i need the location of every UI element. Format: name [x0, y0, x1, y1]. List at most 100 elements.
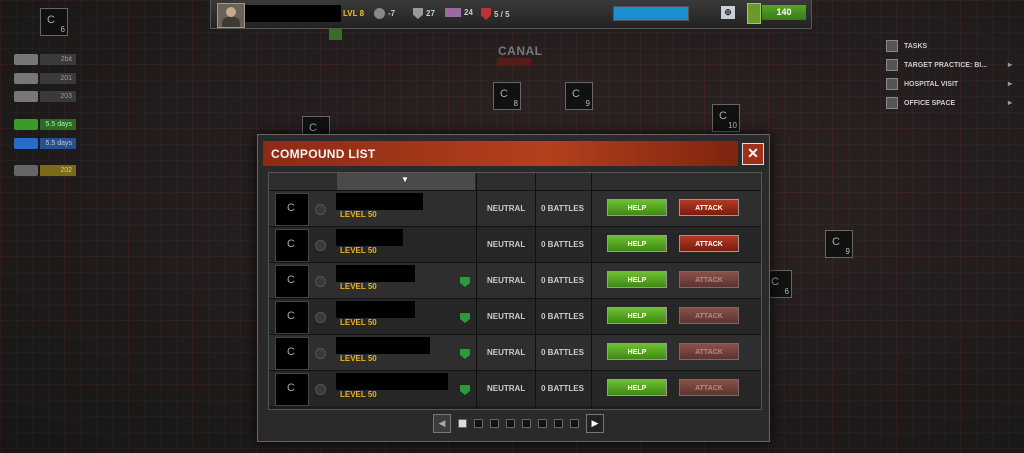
attack-button: ATTACK [679, 271, 739, 288]
prev-page-button[interactable]: ◀ [433, 413, 451, 433]
next-page-button[interactable]: ▶ [586, 413, 604, 433]
ally-badge-icon [460, 277, 470, 287]
resource-icon [14, 165, 38, 176]
select-radio[interactable] [315, 204, 326, 215]
marker-icon: C [47, 14, 55, 26]
task-icon [886, 59, 898, 71]
compound-name-redacted [336, 193, 423, 210]
compound-name-redacted [336, 301, 415, 318]
add-friend-button[interactable]: ⊕ [721, 6, 735, 19]
select-radio[interactable] [315, 240, 326, 251]
cash-icon [747, 3, 761, 24]
help-button[interactable]: HELP [607, 379, 667, 396]
compound-icon: C [287, 310, 295, 322]
pagination: ◀ ▶ [433, 413, 604, 433]
map-marker[interactable]: C6 [40, 8, 68, 36]
marker-icon: C [719, 110, 727, 122]
arrow-right-icon: ▸ [1007, 79, 1012, 88]
player-name-redacted [245, 5, 341, 22]
compound-level: LEVEL 50 [340, 318, 377, 327]
sort-arrow-icon: ▼ [401, 175, 409, 184]
compound-thumbnail[interactable]: C [275, 265, 309, 298]
help-button[interactable]: HELP [607, 271, 667, 288]
map-marker[interactable]: C8 [493, 82, 521, 110]
sort-column-header[interactable]: ▼ [337, 173, 475, 190]
column-divider [535, 173, 536, 409]
attack-button[interactable]: ATTACK [679, 235, 739, 252]
page-dot[interactable] [506, 418, 515, 428]
attack-button: ATTACK [679, 307, 739, 324]
red-shield-icon [481, 8, 491, 20]
compound-thumbnail[interactable]: C [275, 301, 309, 334]
resource-icon [14, 54, 38, 65]
attack-button: ATTACK [679, 343, 739, 360]
shield-icon [413, 8, 423, 19]
compound-status: NEUTRAL [487, 312, 526, 321]
page-dot[interactable] [458, 418, 467, 428]
help-button[interactable]: HELP [607, 199, 667, 216]
player-avatar[interactable] [217, 3, 245, 28]
attack-button[interactable]: ATTACK [679, 199, 739, 216]
map-marker[interactable]: C9 [825, 230, 853, 258]
table-row: C LEVEL 50 NEUTRAL 0 BATTLES HELP ATTACK [269, 190, 761, 226]
compound-level: LEVEL 50 [340, 354, 377, 363]
compound-name-redacted [336, 265, 415, 282]
hud-toggle-tab[interactable] [329, 28, 342, 40]
page-dot[interactable] [522, 418, 531, 428]
help-button[interactable]: HELP [607, 307, 667, 324]
compound-thumbnail[interactable]: C [275, 373, 309, 406]
compound-icon: C [287, 202, 295, 214]
cash-value[interactable]: 140 [762, 5, 806, 20]
page-dot[interactable] [554, 418, 563, 428]
compound-battles: 0 BATTLES [541, 204, 584, 213]
resource-icon [14, 138, 38, 149]
table-row: C LEVEL 50 NEUTRAL 0 BATTLES HELP ATTACK [269, 262, 761, 298]
ally-badge-icon [460, 349, 470, 359]
page-dot[interactable] [490, 418, 499, 428]
compound-level: LEVEL 50 [340, 246, 377, 255]
ally-badge-icon [460, 313, 470, 323]
task-item[interactable]: TASKS [886, 38, 1016, 54]
task-item[interactable]: OFFICE SPACE ▸ [886, 95, 1016, 111]
page-dot[interactable] [570, 418, 579, 428]
district-label: CANAL [498, 44, 543, 58]
task-item[interactable]: HOSPITAL VISIT ▸ [886, 76, 1016, 92]
compound-status: NEUTRAL [487, 276, 526, 285]
select-radio[interactable] [315, 384, 326, 395]
task-icon [886, 78, 898, 90]
compound-thumbnail[interactable]: C [275, 337, 309, 370]
map-marker[interactable]: C 10 [712, 104, 740, 132]
compound-level: LEVEL 50 [340, 210, 377, 219]
district-label-underline [497, 58, 531, 66]
page-dot[interactable] [474, 418, 483, 428]
compound-thumbnail[interactable]: C [275, 193, 309, 226]
compound-battles: 0 BATTLES [541, 384, 584, 393]
stat-defense: 27 [413, 8, 435, 19]
compound-table: ▼ C LEVEL 50 NEUTRAL 0 BATTLES HELP ATTA… [268, 172, 762, 410]
stat-shields: 5 / 5 [481, 8, 510, 20]
help-button[interactable]: HELP [607, 343, 667, 360]
arrow-right-icon: ▸ [1007, 60, 1012, 69]
compound-name-redacted [336, 337, 430, 354]
help-button[interactable]: HELP [607, 235, 667, 252]
select-radio[interactable] [315, 348, 326, 359]
marker-icon: C [832, 236, 840, 248]
select-radio[interactable] [315, 276, 326, 287]
table-header: ▼ [269, 173, 761, 190]
task-icon [886, 97, 898, 109]
page-dot[interactable] [538, 418, 547, 428]
task-item[interactable]: TARGET PRACTICE: BI... ▸ [886, 57, 1016, 73]
table-row: C LEVEL 50 NEUTRAL 0 BATTLES HELP ATTACK [269, 334, 761, 370]
compound-icon: C [287, 274, 295, 286]
map-marker[interactable]: C9 [565, 82, 593, 110]
compound-status: NEUTRAL [487, 240, 526, 249]
marker-icon: C [500, 88, 508, 100]
select-radio[interactable] [315, 312, 326, 323]
compound-battles: 0 BATTLES [541, 276, 584, 285]
compound-thumbnail[interactable]: C [275, 229, 309, 262]
marker-icon: C [572, 88, 580, 100]
stat-energy: -7 [374, 8, 395, 19]
close-button[interactable]: ✕ [742, 143, 764, 165]
compound-status: NEUTRAL [487, 384, 526, 393]
dialog-titlebar: COMPOUND LIST [263, 141, 738, 166]
